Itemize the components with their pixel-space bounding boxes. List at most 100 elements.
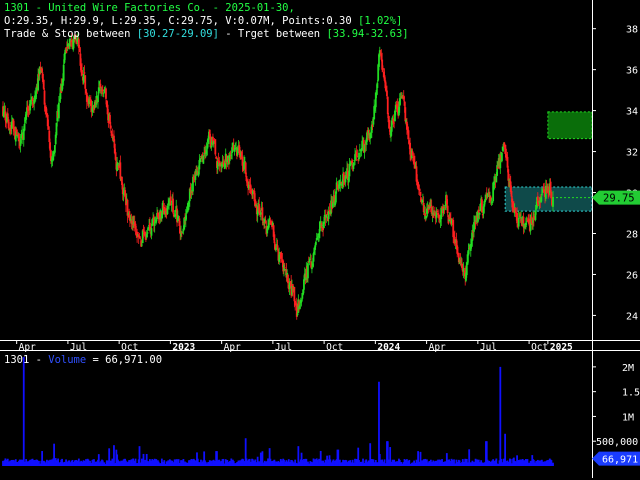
candle-body bbox=[146, 232, 149, 234]
candle-body bbox=[7, 119, 10, 129]
candle-body bbox=[202, 155, 205, 164]
candle-body bbox=[57, 102, 60, 119]
candle-body bbox=[273, 234, 276, 244]
candle-body bbox=[440, 207, 443, 220]
last-volume-label: 66,971 bbox=[602, 455, 638, 466]
candle-body bbox=[97, 95, 99, 103]
volume-symbol: 1301 - bbox=[4, 354, 49, 366]
candle-body bbox=[315, 241, 317, 245]
candle-body bbox=[311, 267, 313, 270]
candle-body bbox=[419, 191, 422, 196]
time-tick-label: Oct bbox=[531, 342, 548, 353]
candle-body bbox=[43, 90, 46, 105]
volume-bar bbox=[499, 366, 502, 466]
target-range: [33.94-32.63] bbox=[326, 28, 409, 40]
volume-label: Volume bbox=[48, 354, 87, 366]
candle-body bbox=[119, 162, 122, 179]
candle-body bbox=[495, 175, 498, 183]
candle-body bbox=[446, 205, 449, 214]
candle-body bbox=[510, 191, 513, 197]
time-tick-label: Oct bbox=[121, 342, 138, 353]
volume-tick-label: 1M bbox=[622, 412, 634, 423]
candle-body bbox=[386, 96, 389, 115]
candle-body bbox=[49, 142, 51, 151]
candle-body bbox=[53, 145, 56, 153]
candle-body bbox=[109, 125, 112, 129]
time-tick-label: 2025 bbox=[550, 342, 573, 353]
time-tick-label: Jul bbox=[275, 342, 292, 353]
candle-body bbox=[23, 123, 26, 131]
stock-chart[interactable]: 2426283032343638AprJulOct2023AprJulOct20… bbox=[0, 0, 640, 480]
candle-body bbox=[418, 188, 421, 192]
candle-body bbox=[382, 67, 384, 71]
candle-body bbox=[139, 237, 142, 239]
candle-body bbox=[41, 68, 44, 73]
candle-body bbox=[81, 70, 83, 76]
candle-body bbox=[283, 267, 286, 269]
candle-body bbox=[299, 304, 301, 309]
candle-body bbox=[477, 209, 480, 213]
price-tick-label: 34 bbox=[626, 107, 638, 118]
candle-body bbox=[278, 254, 281, 262]
candle-body bbox=[233, 149, 236, 152]
chart-title: 1301 - United Wire Factories Co. - 2025-… bbox=[4, 2, 295, 14]
volume-header: 1301 - Volume = 66,971.00 bbox=[4, 354, 162, 367]
time-tick-label: 2024 bbox=[377, 342, 400, 353]
candle-body bbox=[516, 213, 518, 224]
trade-stop-label: Trade & Stop between bbox=[4, 28, 131, 40]
candle-body bbox=[327, 210, 330, 220]
volume-layer bbox=[2, 356, 554, 466]
header-separator: - bbox=[218, 28, 238, 40]
volume-tick-label: 2M bbox=[622, 363, 634, 374]
candle-body bbox=[243, 162, 245, 170]
candle-body bbox=[393, 122, 396, 124]
time-tick-label: Apr bbox=[19, 342, 36, 353]
candle-body bbox=[259, 212, 262, 215]
time-tick-label: Apr bbox=[429, 342, 446, 353]
candle-body bbox=[376, 82, 379, 88]
candle-body bbox=[501, 152, 503, 162]
candle-body bbox=[172, 198, 174, 213]
volume-bar bbox=[378, 381, 380, 466]
candle-body bbox=[307, 263, 309, 279]
candle-body bbox=[386, 90, 388, 97]
candle-body bbox=[407, 130, 410, 140]
time-tick-label: Jul bbox=[480, 342, 497, 353]
chart-title-line: 1301 - United Wire Factories Co. - 2025-… bbox=[4, 2, 295, 15]
candle-body bbox=[275, 247, 277, 251]
candle-body bbox=[105, 88, 107, 99]
candle-body bbox=[84, 75, 87, 89]
target-label: Trget between bbox=[237, 28, 321, 40]
volume-tick-label: 1.5M bbox=[622, 388, 640, 399]
candle-body bbox=[82, 74, 85, 83]
candle-body bbox=[101, 89, 104, 92]
volume-value: = 66,971.00 bbox=[86, 354, 163, 366]
time-tick-label: Jul bbox=[70, 342, 87, 353]
price-tick-label: 26 bbox=[626, 270, 638, 281]
last-price-label: 29.75 bbox=[603, 193, 635, 205]
price-tick-label: 24 bbox=[626, 311, 638, 322]
candle-layer bbox=[2, 31, 554, 320]
candle-body bbox=[549, 181, 552, 192]
candle-body bbox=[214, 139, 217, 155]
ohlc-line: O:29.35, H:29.9, L:29.35, C:29.75, V:0.0… bbox=[4, 15, 402, 28]
candle-body bbox=[296, 313, 299, 316]
candle-body bbox=[417, 184, 420, 189]
candle-body bbox=[436, 210, 439, 213]
candle-body bbox=[52, 153, 55, 161]
trade-stop-range: [30.27-29.09] bbox=[136, 28, 219, 40]
candle-body bbox=[140, 244, 143, 246]
price-tick-label: 32 bbox=[626, 148, 638, 159]
candle-body bbox=[150, 228, 153, 236]
volume-bar bbox=[113, 445, 115, 466]
target-zone bbox=[547, 111, 593, 140]
candle-body bbox=[356, 155, 359, 157]
volume-bar bbox=[386, 441, 389, 466]
volume-bar bbox=[22, 356, 25, 466]
candle-body bbox=[528, 218, 530, 225]
time-tick-label: Apr bbox=[224, 342, 241, 353]
change-percent: [1.02%] bbox=[358, 15, 403, 27]
candle-body bbox=[424, 213, 427, 217]
candle-body bbox=[358, 152, 360, 160]
ohlc-values: O:29.35, H:29.9, L:29.35, C:29.75, V:0.0… bbox=[4, 15, 352, 27]
